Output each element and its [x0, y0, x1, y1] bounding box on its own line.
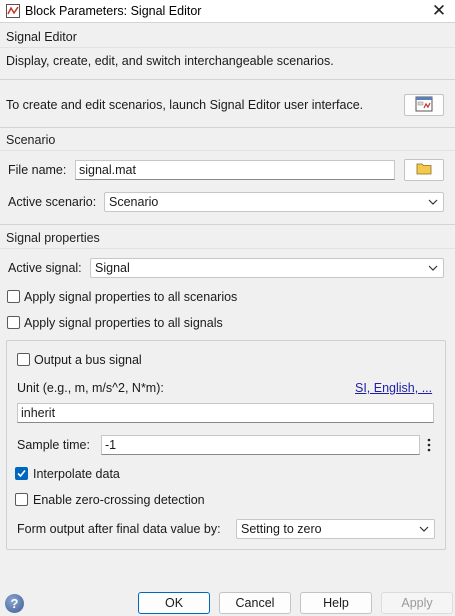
zero-crossing-checkbox[interactable]: [15, 493, 28, 506]
divider: [0, 150, 455, 151]
file-name-field[interactable]: signal.mat: [75, 160, 395, 180]
divider: [0, 79, 455, 80]
signal-editor-launch-icon: [415, 96, 433, 115]
unit-field[interactable]: inherit: [17, 403, 434, 423]
help-button[interactable]: Help: [300, 592, 372, 614]
block-name-heading: Signal Editor: [6, 30, 77, 44]
form-output-value: Setting to zero: [241, 522, 322, 536]
sample-time-field[interactable]: -1: [101, 435, 420, 455]
active-scenario-dropdown[interactable]: Scenario: [104, 192, 444, 212]
form-output-label: Form output after final data value by:: [17, 522, 221, 536]
active-signal-value: Signal: [95, 261, 130, 275]
divider: [0, 248, 455, 249]
chevron-down-icon: [419, 520, 429, 538]
output-bus-label: Output a bus signal: [34, 353, 142, 367]
close-icon[interactable]: ✕: [431, 0, 447, 22]
apply-button[interactable]: Apply: [381, 592, 453, 614]
signal-properties-section-title: Signal properties: [6, 231, 100, 245]
checkmark-icon: [17, 469, 26, 478]
block-description: Display, create, edit, and switch interc…: [6, 54, 334, 68]
title-bar: Block Parameters: Signal Editor ✕: [0, 0, 455, 22]
chevron-down-icon: [428, 259, 438, 277]
apply-all-signals-checkbox[interactable]: [7, 316, 20, 329]
file-name-label: File name:: [8, 163, 67, 177]
apply-all-scenarios-checkbox[interactable]: [7, 290, 20, 303]
more-options-icon[interactable]: [423, 435, 434, 455]
unit-label: Unit (e.g., m, m/s^2, N*m):: [17, 381, 164, 395]
unit-systems-link[interactable]: SI, English, ...: [355, 381, 432, 395]
apply-all-signals-label: Apply signal properties to all signals: [24, 316, 223, 330]
interpolate-data-label: Interpolate data: [33, 467, 120, 481]
divider: [0, 224, 455, 225]
chevron-down-icon: [428, 193, 438, 211]
help-icon[interactable]: ?: [5, 594, 24, 613]
output-bus-checkbox[interactable]: [17, 353, 30, 366]
sample-time-label: Sample time:: [17, 438, 90, 452]
window-title: Block Parameters: Signal Editor: [25, 4, 202, 18]
ok-button[interactable]: OK: [138, 592, 210, 614]
zero-crossing-label: Enable zero-crossing detection: [33, 493, 205, 507]
launch-signal-editor-button[interactable]: [404, 94, 444, 116]
simulink-app-icon: [6, 4, 20, 18]
folder-icon: [416, 162, 432, 178]
active-scenario-label: Active scenario:: [8, 195, 97, 209]
interpolate-data-checkbox[interactable]: [15, 467, 28, 480]
apply-all-scenarios-label: Apply signal properties to all scenarios: [24, 290, 238, 304]
active-scenario-value: Scenario: [109, 195, 159, 209]
divider: [0, 47, 455, 48]
active-signal-label: Active signal:: [8, 261, 82, 275]
divider: [0, 22, 455, 23]
form-output-dropdown[interactable]: Setting to zero: [236, 519, 435, 539]
active-signal-dropdown[interactable]: Signal: [90, 258, 444, 278]
browse-file-button[interactable]: [404, 159, 444, 181]
cancel-button[interactable]: Cancel: [219, 592, 291, 614]
divider: [0, 127, 455, 128]
launch-instruction-text: To create and edit scenarios, launch Sig…: [6, 98, 364, 112]
scenario-section-title: Scenario: [6, 133, 56, 147]
